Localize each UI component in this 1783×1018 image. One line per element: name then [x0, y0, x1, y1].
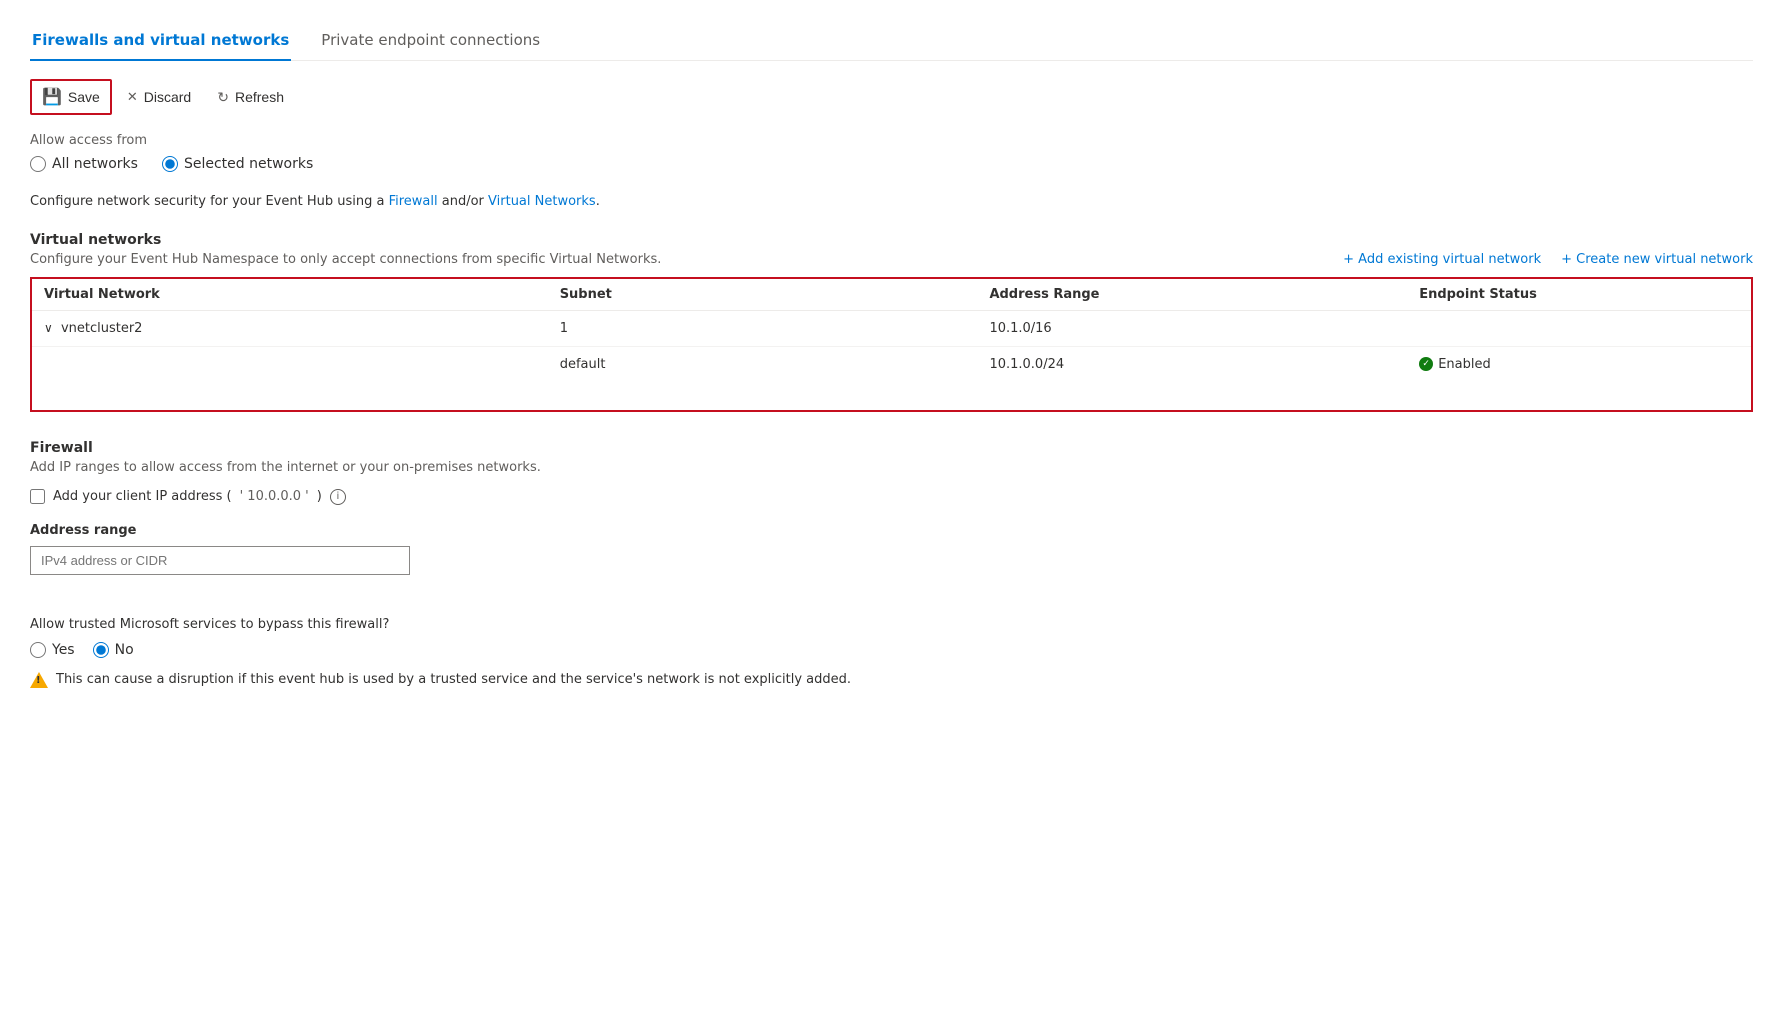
vnet-action-links: + Add existing virtual network + Create … [1343, 252, 1753, 267]
firewall-section: Firewall Add IP ranges to allow access f… [30, 440, 1753, 597]
trusted-services-section: Allow trusted Microsoft services to bypa… [30, 617, 1753, 688]
trusted-no-label: No [115, 642, 134, 658]
discard-icon: ✕ [127, 89, 138, 105]
save-icon: 💾 [42, 87, 62, 107]
table-header-row: Virtual Network Subnet Address Range End… [32, 279, 1751, 311]
warning-text: This can cause a disruption if this even… [56, 672, 851, 687]
allow-access-section: Allow access from All networks Selected … [30, 133, 1753, 172]
description-text: Configure network security for your Even… [30, 192, 1753, 212]
firewall-title: Firewall [30, 440, 1753, 456]
firewall-link[interactable]: Firewall [389, 194, 438, 209]
allow-access-label: Allow access from [30, 133, 1753, 148]
client-ip-label: Add your client IP address ( [53, 489, 232, 504]
virtual-networks-section: Virtual networks Configure your Event Hu… [30, 232, 1753, 412]
col-header-status: Endpoint Status [1407, 279, 1751, 311]
trusted-radio-group: Yes No [30, 642, 1753, 658]
refresh-label: Refresh [235, 89, 284, 105]
refresh-button[interactable]: ↻ Refresh [206, 82, 295, 113]
access-radio-group: All networks Selected networks [30, 156, 1753, 172]
selected-networks-radio[interactable] [162, 156, 178, 172]
warning-row: This can cause a disruption if this even… [30, 672, 1753, 688]
status-cell-1 [1407, 310, 1751, 346]
all-networks-label: All networks [52, 156, 138, 172]
tabs-container: Firewalls and virtual networks Private e… [30, 20, 1753, 61]
addr-cell-2: 10.1.0.0/24 [977, 346, 1407, 382]
selected-networks-option[interactable]: Selected networks [162, 156, 313, 172]
trusted-services-question: Allow trusted Microsoft services to bypa… [30, 617, 1753, 632]
vnet-table-wrapper: Virtual Network Subnet Address Range End… [30, 277, 1753, 412]
firewall-description: Add IP ranges to allow access from the i… [30, 460, 1753, 475]
client-ip-checkbox-row: Add your client IP address ( ' 10.0.0.0 … [30, 489, 1753, 505]
discard-label: Discard [144, 89, 191, 105]
client-ip-suffix: ) [317, 489, 322, 504]
vnet-name-cell-2 [32, 346, 548, 382]
address-range-input[interactable] [30, 546, 410, 575]
vnet-name: vnetcluster2 [61, 321, 143, 336]
save-label: Save [68, 89, 100, 105]
warning-icon [30, 672, 48, 688]
col-header-vnet: Virtual Network [32, 279, 548, 311]
trusted-no-option[interactable]: No [93, 642, 134, 658]
virtual-networks-subtitle: Configure your Event Hub Namespace to on… [30, 252, 1343, 267]
add-existing-vnet-link[interactable]: + Add existing virtual network [1343, 252, 1541, 267]
status-cell-2: Enabled [1407, 346, 1751, 382]
description-middle: and/or [438, 194, 488, 209]
all-networks-radio[interactable] [30, 156, 46, 172]
subnet-cell-2: default [548, 346, 978, 382]
chevron-icon[interactable]: ∨ [44, 321, 53, 335]
all-networks-option[interactable]: All networks [30, 156, 138, 172]
vnet-link[interactable]: Virtual Networks [488, 194, 596, 209]
trusted-no-radio[interactable] [93, 642, 109, 658]
create-new-vnet-link[interactable]: + Create new virtual network [1561, 252, 1753, 267]
vnet-name-cell: ∨ vnetcluster2 [32, 310, 548, 346]
enabled-badge: Enabled [1419, 357, 1739, 372]
enabled-dot-icon [1419, 357, 1433, 371]
table-row: ∨ vnetcluster2 1 10.1.0/16 [32, 310, 1751, 346]
virtual-networks-subtitle-row: Configure your Event Hub Namespace to on… [30, 252, 1753, 267]
col-header-addr: Address Range [977, 279, 1407, 311]
info-icon[interactable]: i [330, 489, 346, 505]
client-ip-value: ' 10.0.0.0 ' [240, 489, 309, 504]
description-suffix: . [596, 194, 600, 209]
col-header-subnet: Subnet [548, 279, 978, 311]
trusted-yes-radio[interactable] [30, 642, 46, 658]
subnet-cell-1: 1 [548, 310, 978, 346]
trusted-yes-option[interactable]: Yes [30, 642, 75, 658]
tab-firewalls[interactable]: Firewalls and virtual networks [30, 21, 291, 61]
table-row: default 10.1.0.0/24 Enabled [32, 346, 1751, 382]
refresh-icon: ↻ [217, 89, 229, 106]
save-button[interactable]: 💾 Save [30, 79, 112, 115]
enabled-label: Enabled [1438, 357, 1491, 372]
discard-button[interactable]: ✕ Discard [116, 82, 202, 112]
selected-networks-label: Selected networks [184, 156, 313, 172]
tab-private[interactable]: Private endpoint connections [319, 21, 542, 61]
description-prefix: Configure network security for your Even… [30, 194, 389, 209]
addr-cell-1: 10.1.0/16 [977, 310, 1407, 346]
vnet-table: Virtual Network Subnet Address Range End… [32, 279, 1751, 382]
toolbar: 💾 Save ✕ Discard ↻ Refresh [30, 79, 1753, 115]
client-ip-checkbox[interactable] [30, 489, 45, 504]
trusted-yes-label: Yes [52, 642, 75, 658]
virtual-networks-title: Virtual networks [30, 232, 1753, 248]
address-range-label: Address range [30, 523, 1753, 538]
